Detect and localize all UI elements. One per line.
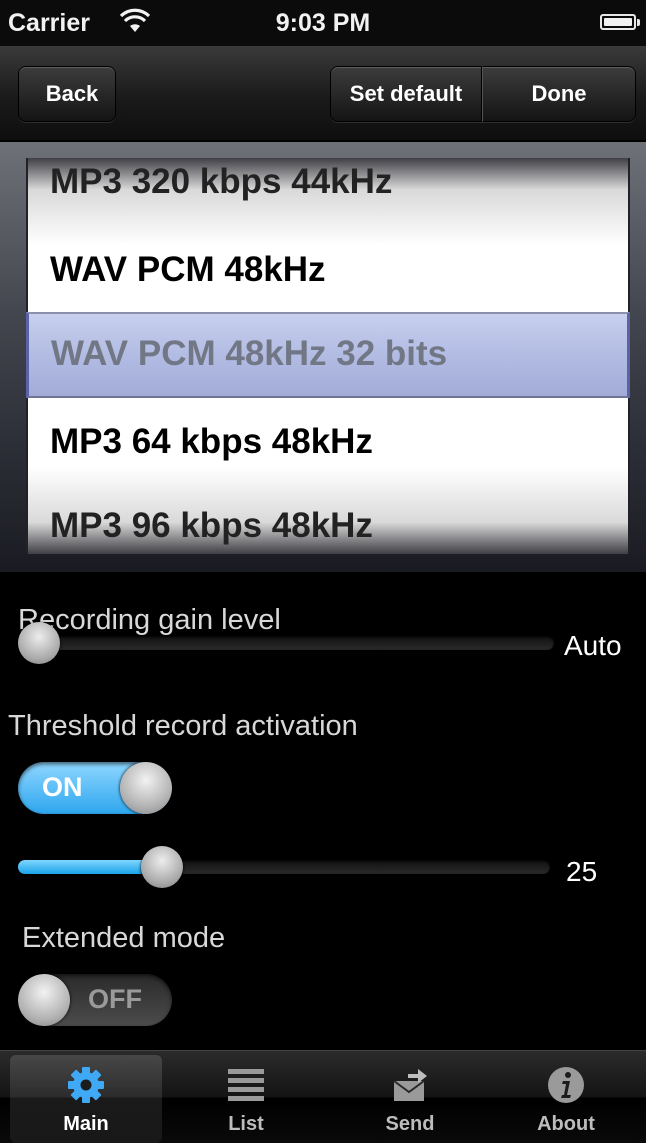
picker-row[interactable]: MP3 64 kbps 48kHz (50, 422, 373, 462)
threshold-value: 25 (566, 856, 598, 887)
tab-main[interactable]: Main (10, 1055, 162, 1143)
picker-row[interactable]: WAV PCM 48kHz (50, 250, 326, 290)
threshold-slider[interactable] (18, 846, 550, 888)
extended-mode-toggle[interactable]: OFF (18, 974, 172, 1026)
recording-gain-value: Auto (564, 630, 622, 661)
list-icon (228, 1069, 264, 1101)
picker-selection-indicator[interactable]: WAV PCM 48kHz 32 bits (26, 312, 630, 398)
status-bar: Carrier 9:03 PM (0, 0, 646, 46)
battery-icon (600, 14, 640, 30)
info-icon (548, 1067, 584, 1103)
threshold-label: Threshold record activation (8, 710, 358, 742)
slider-thumb[interactable] (18, 622, 60, 664)
tab-label: Main (63, 1113, 109, 1135)
done-button[interactable]: Done (482, 66, 636, 122)
segmented-actions: Set default Done (330, 66, 636, 122)
toggle-label: ON (42, 772, 83, 802)
picker-selected-row[interactable]: WAV PCM 48kHz 32 bits (51, 334, 447, 374)
tab-label: Send (385, 1113, 435, 1135)
extended-mode-label: Extended mode (22, 922, 226, 954)
tab-list[interactable]: List (170, 1055, 322, 1143)
send-icon (393, 1069, 427, 1101)
toggle-knob (18, 974, 70, 1026)
tab-label: About (537, 1113, 595, 1135)
recording-gain-slider[interactable] (18, 622, 554, 664)
tab-send[interactable]: Send (334, 1055, 486, 1143)
toggle-knob (120, 762, 172, 814)
threshold-toggle[interactable]: ON (18, 762, 172, 814)
format-picker: MP3 320 kbps 44kHz WAV PCM 48kHz MP3 64 … (0, 142, 646, 572)
slider-thumb[interactable] (141, 846, 183, 888)
gear-icon (68, 1067, 104, 1103)
tab-about[interactable]: About (490, 1055, 642, 1143)
tab-bar: Main List Send About (0, 1050, 646, 1143)
slider-track (18, 636, 554, 650)
slider-track (18, 860, 550, 874)
toggle-label: OFF (88, 984, 142, 1014)
picker-row[interactable]: MP3 96 kbps 48kHz (50, 506, 373, 546)
navigation-bar: Back Set default Done (0, 46, 646, 142)
clock: 9:03 PM (275, 9, 371, 37)
back-button[interactable]: Back (18, 66, 116, 122)
tab-label: List (228, 1113, 264, 1135)
set-default-button[interactable]: Set default (330, 66, 482, 122)
picker-row[interactable]: MP3 320 kbps 44kHz (50, 162, 392, 202)
